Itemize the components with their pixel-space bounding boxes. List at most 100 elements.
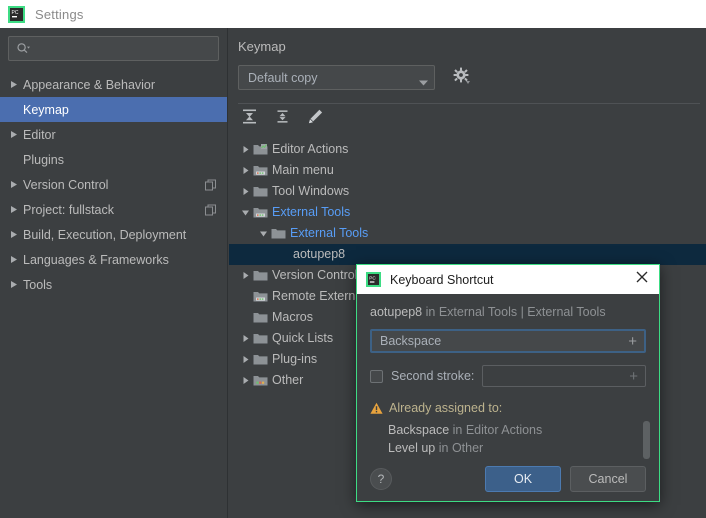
tree-row-main-menu[interactable]: Main menu xyxy=(229,160,706,181)
conflict-item: Level up in Other xyxy=(388,439,646,456)
chevron-right-icon[interactable] xyxy=(239,271,252,280)
tree-row-label: External Tools xyxy=(272,205,351,220)
close-button[interactable] xyxy=(633,271,651,289)
keymap-scheme-value: Default copy xyxy=(248,70,318,85)
keymap-toolbar xyxy=(229,104,706,134)
svg-text:PC: PC xyxy=(12,10,19,16)
sidebar-item-label: Tools xyxy=(23,277,53,292)
folder-tools-icon xyxy=(252,206,269,219)
folder-icon xyxy=(252,311,269,324)
sidebar-item-keymap[interactable]: Keymap xyxy=(0,97,227,122)
chevron-right-icon[interactable] xyxy=(10,230,23,239)
expand-all-button[interactable] xyxy=(239,109,260,130)
tree-row-label: Plug-ins xyxy=(272,352,318,367)
chevron-right-icon[interactable] xyxy=(239,187,252,196)
sidebar-item-build-execution-deployment[interactable]: Build, Execution, Deployment xyxy=(0,222,227,247)
folder-icon xyxy=(252,269,269,282)
tree-row-label: Macros xyxy=(272,310,313,325)
sidebar-item-tools[interactable]: Tools xyxy=(0,272,227,297)
keymap-scheme-select[interactable]: Default copy xyxy=(238,65,435,90)
add-stroke-icon[interactable]: + xyxy=(628,334,637,349)
dialog-title: Keyboard Shortcut xyxy=(390,272,494,287)
tree-row-label: Main menu xyxy=(272,163,334,178)
search-box[interactable] xyxy=(8,36,219,61)
sidebar-item-version-control[interactable]: Version Control xyxy=(0,172,227,197)
tree-row-aotupep8[interactable]: aotupep8 xyxy=(229,244,706,265)
collapse-all-button[interactable] xyxy=(272,109,293,130)
edit-shortcut-button[interactable] xyxy=(305,109,326,130)
ok-button[interactable]: OK xyxy=(485,466,561,492)
help-button[interactable]: ? xyxy=(370,468,392,490)
chevron-right-icon[interactable] xyxy=(239,355,252,364)
tree-row-external-tools[interactable]: External Tools xyxy=(229,202,706,223)
sidebar-item-editor[interactable]: Editor xyxy=(0,122,227,147)
chevron-down-icon[interactable] xyxy=(239,209,252,217)
chevron-right-icon[interactable] xyxy=(10,80,23,89)
search-container xyxy=(0,28,227,61)
conflict-item-scope: in Editor Actions xyxy=(449,423,543,437)
folder-actions-icon xyxy=(252,143,269,156)
sidebar-item-label: Build, Execution, Deployment xyxy=(23,227,187,242)
window-title: Settings xyxy=(35,6,84,22)
folder-icon xyxy=(252,353,269,366)
add-stroke-icon[interactable]: + xyxy=(629,369,638,384)
cancel-button[interactable]: Cancel xyxy=(570,466,646,492)
shortcut-context-action: aotupep8 xyxy=(370,305,423,319)
settings-window: PC Settings Appearance & Behavior Keymap… xyxy=(0,0,706,518)
dialog-body: aotupep8 in External Tools | External To… xyxy=(357,294,659,459)
chevron-right-icon[interactable] xyxy=(10,205,23,214)
folder-icon xyxy=(252,185,269,198)
chevron-right-icon[interactable] xyxy=(239,166,252,175)
chevron-right-icon[interactable] xyxy=(239,334,252,343)
tree-row-tool-windows[interactable]: Tool Windows xyxy=(229,181,706,202)
edit-shortcut-icon xyxy=(307,108,324,130)
chevron-right-icon[interactable] xyxy=(239,145,252,154)
project-scope-icon xyxy=(205,179,216,190)
chevron-right-icon[interactable] xyxy=(10,180,23,189)
sidebar-item-label: Keymap xyxy=(23,102,69,117)
settings-sidebar: Appearance & Behavior Keymap Editor Plug… xyxy=(0,28,228,518)
chevron-right-icon[interactable] xyxy=(239,376,252,385)
pycharm-logo-icon: PC xyxy=(8,5,25,23)
conflict-warning-header: Already assigned to: xyxy=(370,401,646,415)
tree-row-external-tools-child[interactable]: External Tools xyxy=(229,223,706,244)
collapse-all-icon xyxy=(274,108,291,130)
sidebar-item-label: Editor xyxy=(23,127,56,142)
close-icon xyxy=(635,270,649,289)
first-stroke-value: Backspace xyxy=(380,334,442,348)
dialog-footer: ? OK Cancel xyxy=(357,456,659,502)
tree-row-label: Editor Actions xyxy=(272,142,349,157)
search-input[interactable] xyxy=(30,41,218,56)
shortcut-context: aotupep8 in External Tools | External To… xyxy=(370,305,646,319)
dialog-titlebar: PC Keyboard Shortcut xyxy=(357,265,659,294)
sidebar-item-appearance-behavior[interactable]: Appearance & Behavior xyxy=(0,72,227,97)
first-stroke-input[interactable]: Backspace + xyxy=(370,329,646,353)
expand-all-icon xyxy=(241,108,258,130)
search-icon xyxy=(16,42,30,56)
tree-row-label: Tool Windows xyxy=(272,184,350,199)
keymap-settings-gear-button[interactable] xyxy=(451,67,471,88)
sidebar-item-label: Plugins xyxy=(23,152,64,167)
sidebar-item-label: Appearance & Behavior xyxy=(23,77,156,92)
folder-icon xyxy=(252,332,269,345)
sidebar-item-languages-frameworks[interactable]: Languages & Frameworks xyxy=(0,247,227,272)
chevron-right-icon[interactable] xyxy=(10,255,23,264)
chevron-right-icon[interactable] xyxy=(10,130,23,139)
second-stroke-checkbox[interactable] xyxy=(370,369,383,383)
chevron-down-icon[interactable] xyxy=(419,75,428,85)
second-stroke-input[interactable]: + xyxy=(482,365,646,387)
warning-icon xyxy=(370,402,383,415)
sidebar-item-plugins[interactable]: Plugins xyxy=(0,147,227,172)
chevron-down-icon[interactable] xyxy=(257,230,270,238)
sidebar-item-label: Languages & Frameworks xyxy=(23,252,169,267)
chevron-right-icon[interactable] xyxy=(10,280,23,289)
conflict-item-action: Level up xyxy=(388,441,436,455)
svg-text:PC: PC xyxy=(369,275,376,280)
conflict-item-scope: in Other xyxy=(435,441,484,455)
sidebar-item-label: Version Control xyxy=(23,177,109,192)
tree-row-editor-actions[interactable]: Editor Actions xyxy=(229,139,706,160)
conflict-list-scrollbar[interactable] xyxy=(643,421,650,459)
tree-row-label: External Tools xyxy=(290,226,369,241)
keyboard-shortcut-dialog: PC Keyboard Shortcut aotupep8 in Externa… xyxy=(356,264,660,502)
sidebar-item-project-fullstack[interactable]: Project: fullstack xyxy=(0,197,227,222)
